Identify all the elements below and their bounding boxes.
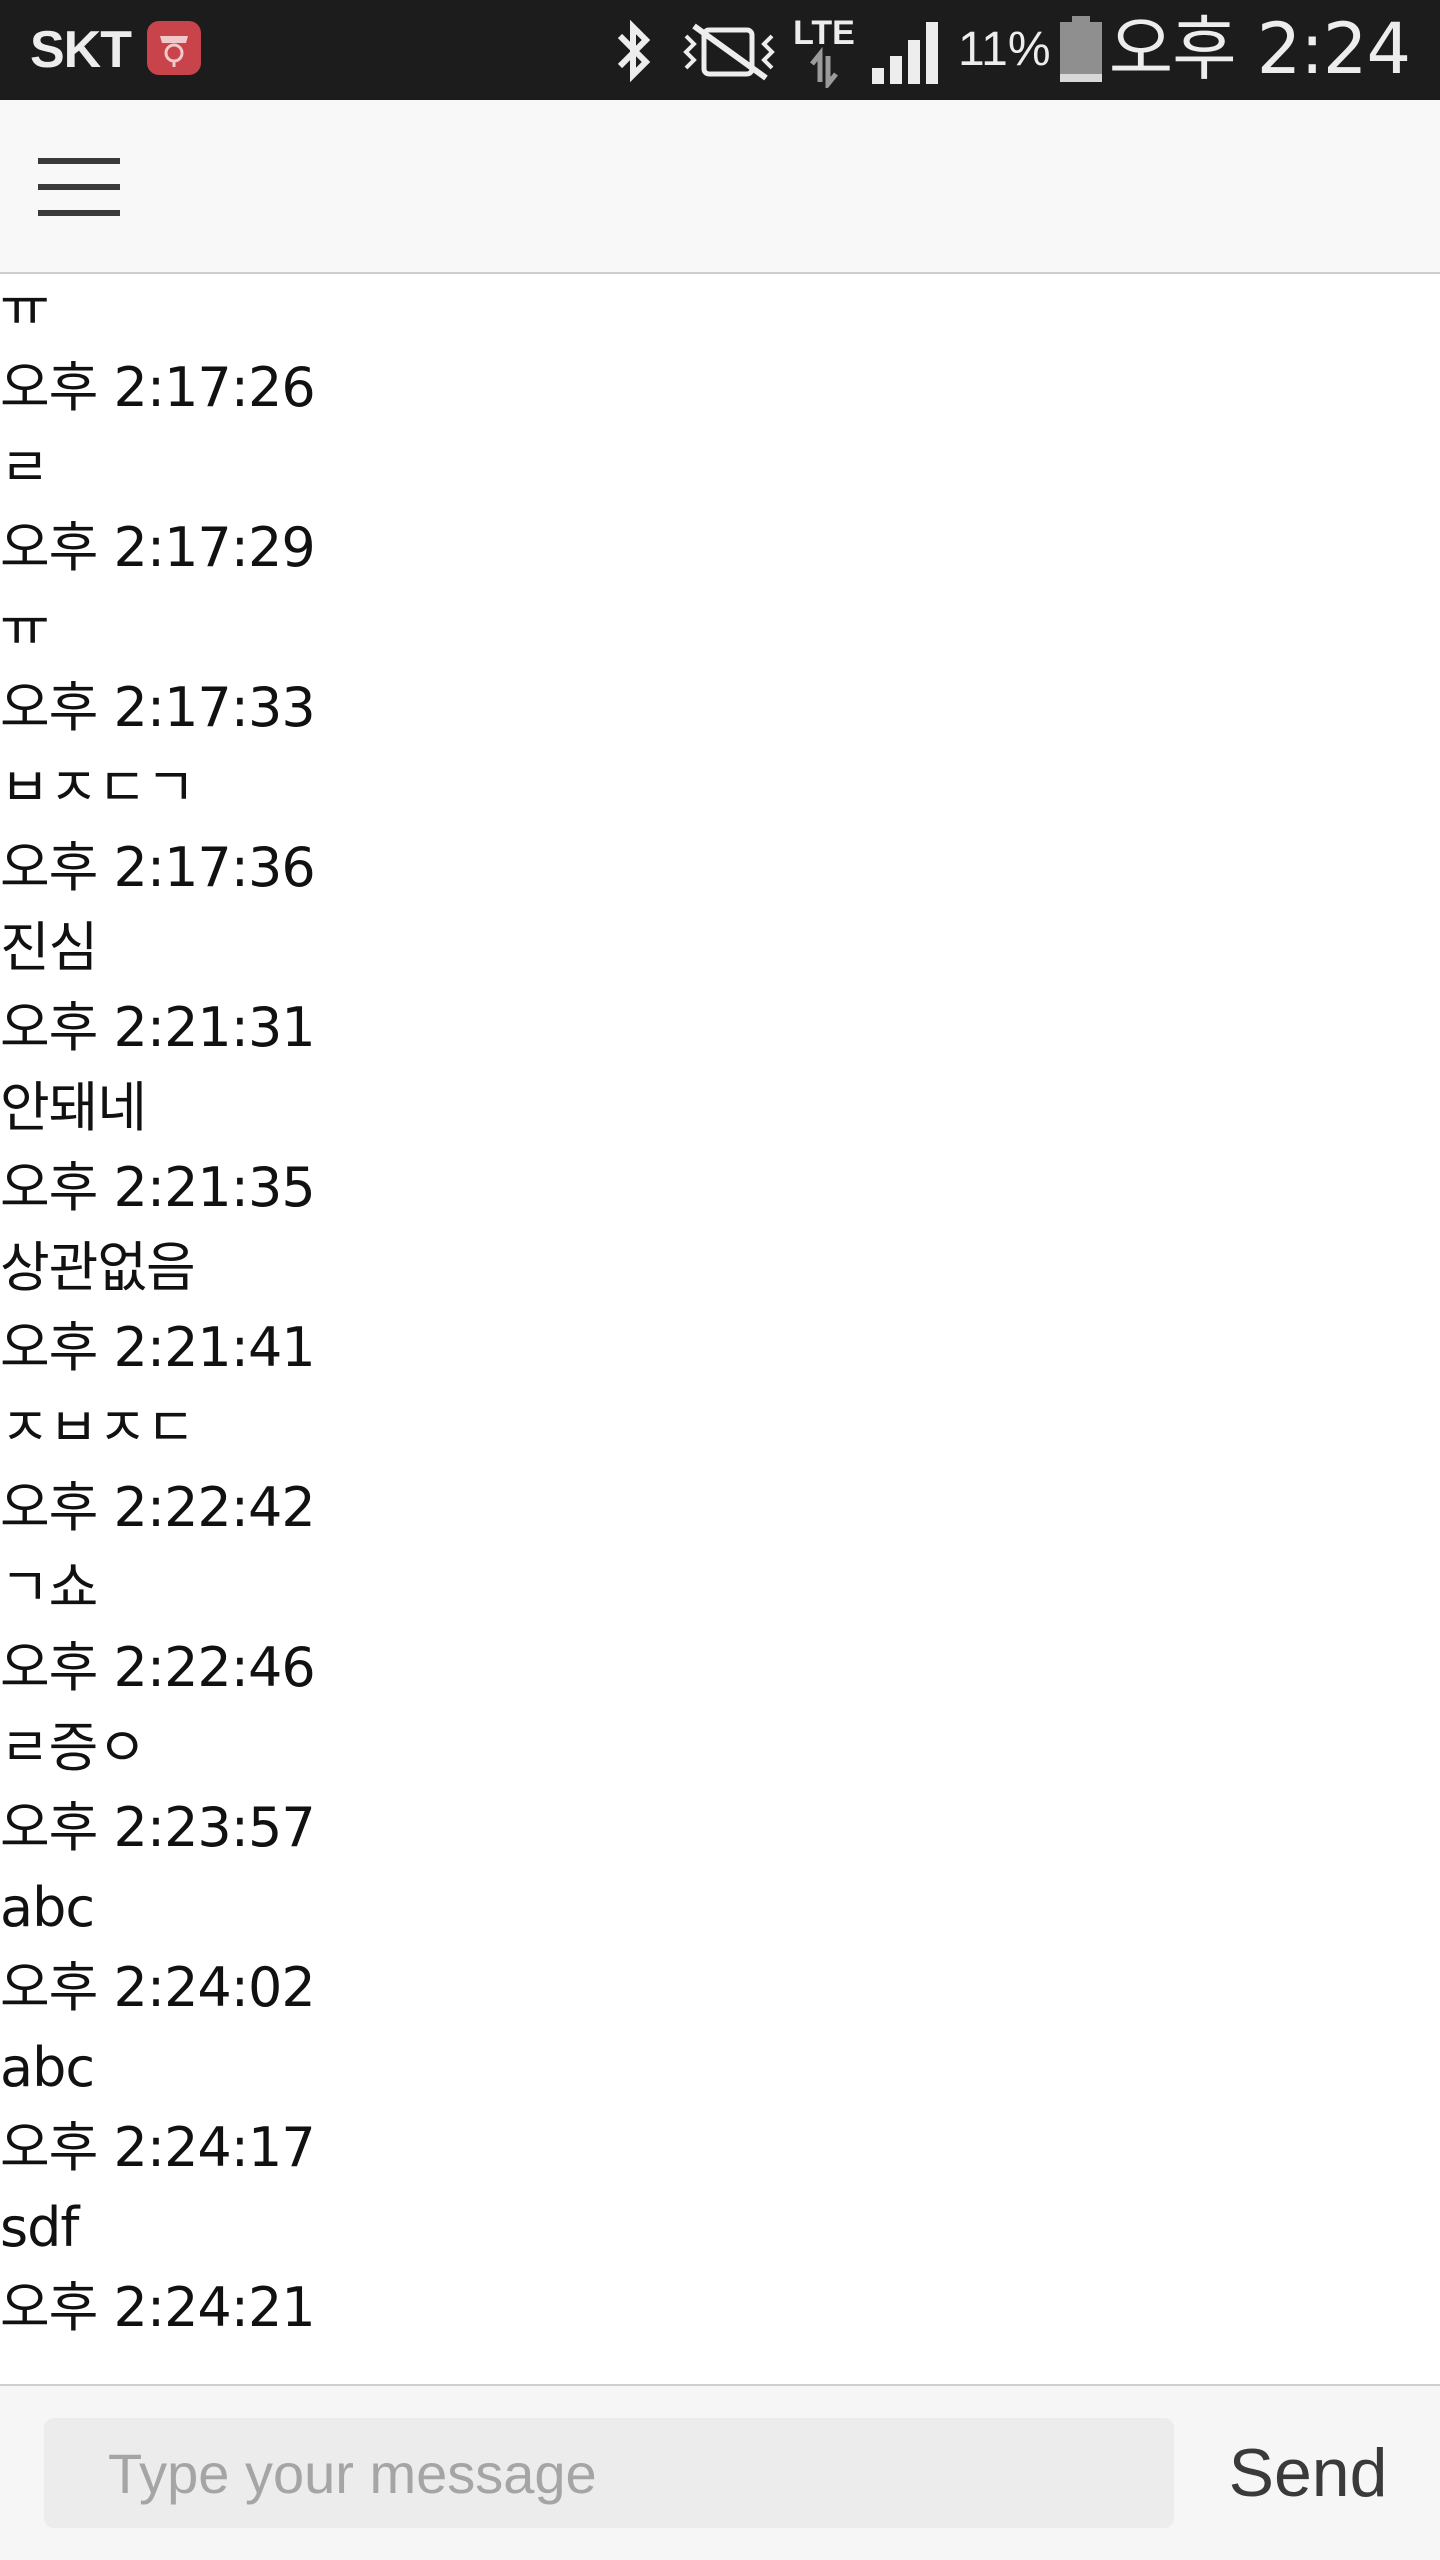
carrier-label: SKT [30,21,132,79]
message-text: ㅠ [0,596,50,659]
message-text: 진심 [0,916,98,979]
svg-text:LTE: LTE [793,14,855,52]
send-button[interactable]: Send [1196,2416,1420,2530]
message-text: ㄹ증ㅇ [0,1716,147,1779]
message-timestamp: 오후 2:21:35 [0,1156,316,1219]
message-timestamp: 오후 2:22:46 [0,1636,316,1699]
hamburger-menu-icon[interactable] [38,158,122,218]
chat-screen: SKT LTE 11% 오후 2:24 ㅠ 오후 2:17:26 ㄹ 오후 2:… [0,0,1440,2560]
message-timestamp: 오후 2:17:33 [0,676,316,739]
message-text: 상관없음 [0,1236,196,1299]
message-timestamp: 오후 2:22:42 [0,1476,316,1539]
message-text: 안돼네 [0,1076,147,1139]
message-timestamp: 오후 2:24:02 [0,1956,316,2019]
message-timestamp: 오후 2:24:21 [0,2276,316,2339]
message-timestamp: 오후 2:21:41 [0,1316,316,1379]
composer-bar: Send [0,2384,1440,2560]
battery-percent: 11% [958,23,1051,76]
message-text: abc [0,2036,95,2099]
message-text: ㅠ [0,276,50,339]
message-timestamp: 오후 2:24:17 [0,2116,316,2179]
message-timestamp: 오후 2:23:57 [0,1796,316,1859]
message-text: ㅈㅂㅈㄷ [0,1396,196,1459]
bluetooth-icon [617,19,651,83]
battery-icon [1060,16,1102,82]
message-text: ㄹ [0,436,50,499]
lte-icon: LTE [793,14,855,88]
status-time: 오후 2:24 [1108,8,1411,90]
message-timestamp: 오후 2:17:36 [0,836,316,899]
message-text: abc [0,1876,95,1939]
message-list-content: 오후 2:17:23ㅠ오후 2:17:26ㄹ오후 2:17:29ㅠ오후 2:17… [0,274,1440,2348]
message-text: ㅂㅈㄷㄱ [0,756,196,819]
message-text: ㄱ쇼 [0,1556,98,1619]
app-bar [0,100,1440,274]
message-timestamp: 오후 2:21:31 [0,996,316,1059]
message-timestamp: 오후 2:17:29 [0,516,316,579]
message-input[interactable] [44,2418,1174,2528]
vibrate-mute-icon [683,23,775,81]
message-text: sdf [0,2196,79,2259]
message-timestamp: 오후 2:17:26 [0,356,316,419]
message-list[interactable]: 오후 2:17:23ㅠ오후 2:17:26ㄹ오후 2:17:29ㅠ오후 2:17… [0,274,1440,2384]
status-bar: SKT LTE 11% 오후 2:24 [0,0,1440,100]
signal-icon [872,22,938,84]
app-notification-icon [147,21,201,75]
